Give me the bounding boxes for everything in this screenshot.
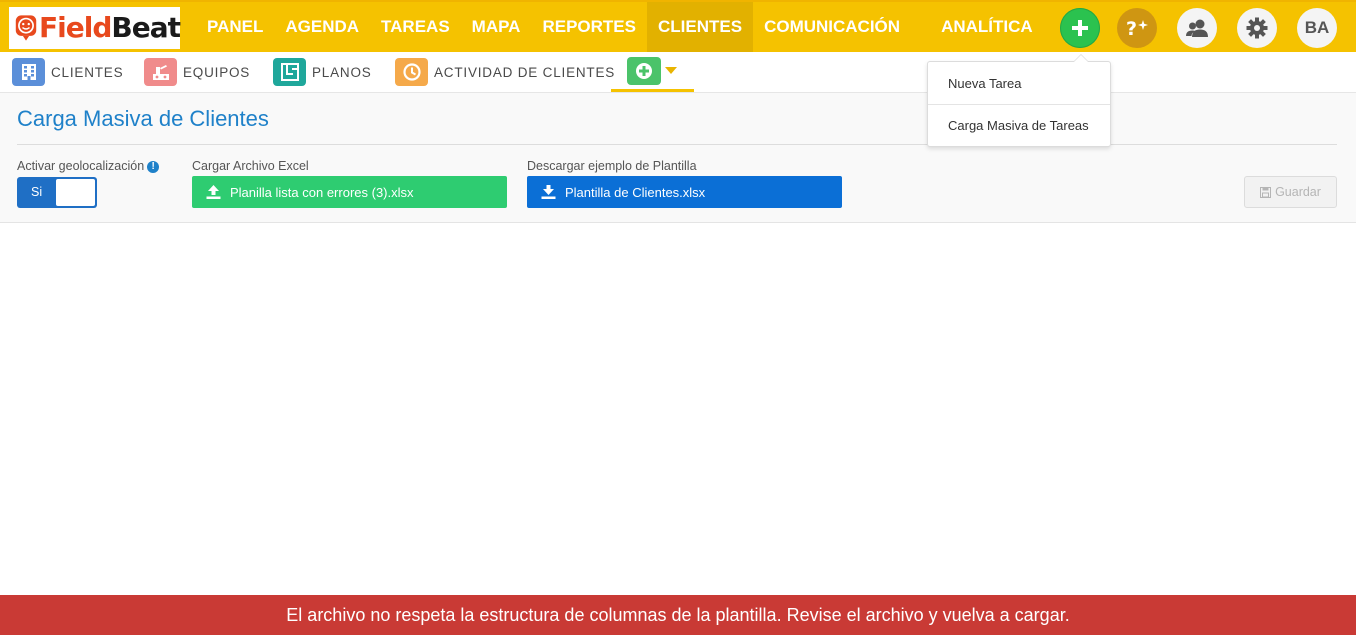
plus-circle-icon bbox=[627, 56, 661, 85]
users-icon bbox=[1186, 19, 1208, 37]
menu-item-nueva-tarea[interactable]: Nueva Tarea bbox=[928, 62, 1110, 104]
geolocation-toggle[interactable]: Si bbox=[17, 177, 97, 208]
geolocation-label: Activar geolocalización! bbox=[17, 159, 160, 173]
plans-icon bbox=[273, 58, 306, 86]
help-sparkle-icon: ? bbox=[1126, 18, 1148, 39]
logo-text-field: Field bbox=[39, 11, 112, 44]
logo-pin-icon bbox=[15, 15, 37, 41]
upload-icon bbox=[206, 185, 221, 199]
subnav-item-actividad-clientes[interactable]: ACTIVIDAD DE CLIENTES bbox=[395, 57, 615, 87]
subnav-add-menu[interactable] bbox=[611, 52, 694, 92]
logo-text-beat: Beat bbox=[111, 11, 181, 44]
equipment-icon bbox=[144, 58, 177, 86]
settings-button[interactable] bbox=[1237, 8, 1277, 48]
upload-file-name: Planilla lista con errores (3).xlsx bbox=[230, 184, 414, 200]
divider bbox=[17, 144, 1337, 145]
error-message: El archivo no respeta la estructura de c… bbox=[286, 604, 1070, 625]
page-title: Carga Masiva de Clientes bbox=[17, 106, 269, 131]
subnav-label: EQUIPOS bbox=[183, 64, 251, 80]
nav-mapa[interactable]: MAPA bbox=[461, 2, 532, 52]
nav-comunicacion[interactable]: COMUNICACIÓN bbox=[753, 2, 930, 52]
svg-text:?: ? bbox=[1126, 18, 1137, 39]
toggle-state-label: Si bbox=[31, 185, 43, 199]
main-navigation: PANEL AGENDA TAREAS MAPA REPORTES CLIENT… bbox=[196, 2, 1044, 52]
upload-excel-label: Cargar Archivo Excel bbox=[192, 159, 309, 173]
gear-icon bbox=[1246, 17, 1268, 39]
clock-icon bbox=[395, 58, 428, 86]
nav-reportes[interactable]: REPORTES bbox=[531, 2, 647, 52]
chevron-down-icon bbox=[665, 67, 677, 74]
upload-file-button[interactable]: Planilla lista con errores (3).xlsx bbox=[192, 176, 507, 208]
download-file-name: Plantilla de Clientes.xlsx bbox=[565, 184, 706, 200]
subnav-item-equipos[interactable]: EQUIPOS bbox=[144, 57, 250, 87]
fieldbeat-logo[interactable]: FieldBeat bbox=[9, 7, 181, 49]
geolocation-label-text: Activar geolocalización bbox=[17, 159, 145, 173]
nav-analitica[interactable]: ANALÍTICA bbox=[930, 2, 1044, 52]
sub-navigation: CLIENTES EQUIPOS PLANOS ACTIVIDAD DE CLI… bbox=[0, 52, 1356, 93]
subnav-label: PLANOS bbox=[312, 64, 372, 80]
nav-tareas[interactable]: TAREAS bbox=[370, 2, 461, 52]
info-icon[interactable]: ! bbox=[147, 161, 160, 173]
user-avatar[interactable]: BA bbox=[1297, 8, 1337, 48]
save-button[interactable]: Guardar bbox=[1244, 176, 1337, 208]
add-button[interactable] bbox=[1060, 8, 1100, 48]
menu-item-carga-masiva-tareas[interactable]: Carga Masiva de Tareas bbox=[928, 104, 1110, 146]
toggle-knob bbox=[56, 179, 95, 206]
nav-clientes[interactable]: CLIENTES bbox=[647, 2, 754, 52]
logo-wordmark: FieldBeat bbox=[39, 11, 181, 44]
download-icon bbox=[541, 185, 556, 199]
save-button-label: Guardar bbox=[1275, 185, 1321, 199]
subnav-item-clientes[interactable]: CLIENTES bbox=[12, 57, 123, 87]
nav-panel[interactable]: PANEL bbox=[196, 2, 274, 52]
nav-agenda[interactable]: AGENDA bbox=[274, 2, 370, 52]
plus-icon bbox=[1072, 20, 1088, 36]
top-navbar: FieldBeat PANEL AGENDA TAREAS MAPA REPOR… bbox=[0, 0, 1356, 52]
floppy-disk-icon bbox=[1260, 186, 1272, 198]
subnav-label: CLIENTES bbox=[51, 64, 124, 80]
subnav-label: ACTIVIDAD DE CLIENTES bbox=[434, 64, 616, 80]
bulk-upload-panel: Carga Masiva de Clientes Activar geoloca… bbox=[0, 93, 1356, 223]
subnav-item-planos[interactable]: PLANOS bbox=[273, 57, 372, 87]
users-button[interactable] bbox=[1177, 8, 1217, 48]
help-button[interactable]: ? bbox=[1117, 8, 1157, 48]
download-template-button[interactable]: Plantilla de Clientes.xlsx bbox=[527, 176, 842, 208]
error-notification: El archivo no respeta la estructura de c… bbox=[0, 595, 1356, 635]
add-dropdown-menu: Nueva Tarea Carga Masiva de Tareas bbox=[927, 54, 1111, 147]
download-template-label: Descargar ejemplo de Plantilla bbox=[527, 159, 697, 173]
building-icon bbox=[12, 58, 45, 86]
